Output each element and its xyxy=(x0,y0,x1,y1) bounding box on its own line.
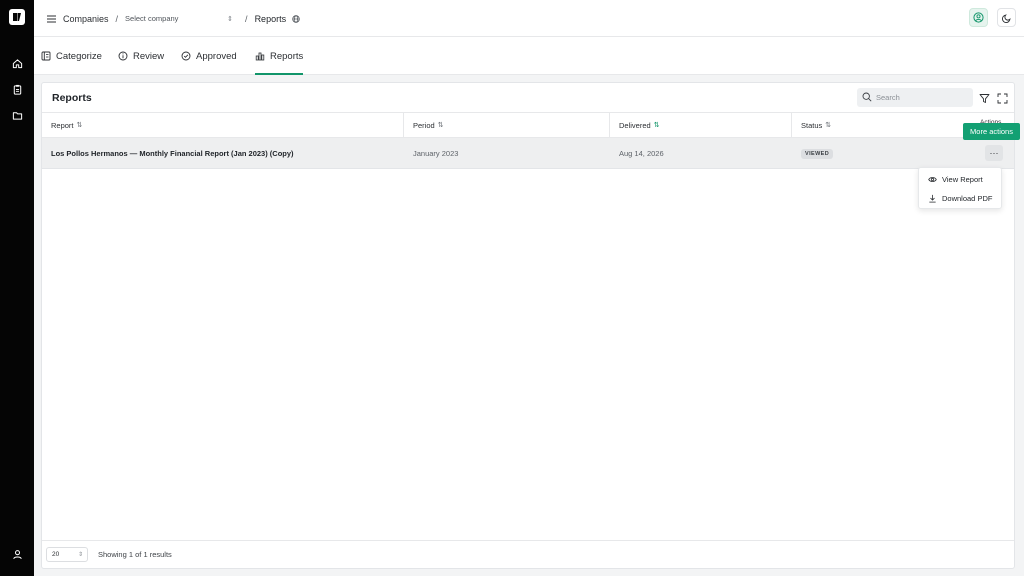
app-logo[interactable] xyxy=(9,9,25,25)
menu-item-download-pdf[interactable]: Download PDF xyxy=(919,189,1003,207)
left-rail xyxy=(0,0,34,576)
folder-icon[interactable] xyxy=(10,108,24,122)
home-icon[interactable] xyxy=(10,56,24,70)
fullscreen-icon[interactable] xyxy=(997,91,1008,109)
column-header-report[interactable]: Report ⇅ xyxy=(42,113,404,137)
chevron-updown-icon: ⇕ xyxy=(227,15,234,23)
categorize-icon xyxy=(41,51,51,61)
breadcrumb-companies[interactable]: Companies xyxy=(63,14,109,24)
bar-chart-icon xyxy=(255,51,265,61)
results-count: Showing 1 of 1 results xyxy=(98,550,172,559)
report-name-cell[interactable]: Los Pollos Hermanos — Monthly Financial … xyxy=(51,138,294,169)
menu-item-label: View Report xyxy=(942,174,983,184)
column-header-delivered[interactable]: Delivered ⇅ xyxy=(610,113,792,137)
tab-review[interactable]: Review xyxy=(118,37,164,75)
company-select[interactable]: Select company ⇕ xyxy=(125,14,233,23)
search-input[interactable] xyxy=(876,93,966,102)
user-circle-icon xyxy=(973,12,984,23)
reports-card: Reports Report⇅ Period⇅ Delivered⇅ Statu… xyxy=(41,82,1015,569)
tab-label: Approved xyxy=(196,50,237,62)
top-header: Companies / Select company ⇕ / Reports xyxy=(34,0,1024,37)
breadcrumb: Companies / Select company ⇕ / Reports xyxy=(47,0,300,37)
page-size-select[interactable]: 20 ⇕ xyxy=(46,547,88,562)
sort-active-icon: ⇅ xyxy=(653,122,660,129)
hamburger-menu-icon[interactable] xyxy=(47,15,56,23)
menu-item-view-report[interactable]: View Report xyxy=(919,170,1003,188)
user-icon[interactable] xyxy=(10,547,24,561)
info-icon xyxy=(118,51,128,61)
tab-approved[interactable]: Approved xyxy=(181,37,237,75)
profile-button[interactable] xyxy=(969,8,988,27)
table-row[interactable]: Los Pollos Hermanos — Monthly Financial … xyxy=(42,138,1014,169)
search-icon xyxy=(862,89,872,107)
breadcrumb-current: Reports xyxy=(254,13,287,24)
column-header-period[interactable]: Period ⇅ xyxy=(404,113,610,137)
table-header: Report ⇅ Period ⇅ Delivered ⇅ Status ⇅ xyxy=(42,112,1014,138)
search-box[interactable] xyxy=(857,88,973,107)
sort-icon: ⇅ xyxy=(76,122,83,129)
download-icon xyxy=(928,194,937,203)
status-cell: VIEWED xyxy=(801,138,834,169)
chevron-updown-icon: ⇕ xyxy=(77,552,83,558)
more-actions-tooltip: More actions xyxy=(963,123,1020,140)
delivered-cell: Aug 14, 2026 xyxy=(619,149,664,158)
globe-icon[interactable] xyxy=(292,14,300,23)
tab-categorize[interactable]: Categorize xyxy=(41,37,102,75)
breadcrumb-separator: / xyxy=(115,13,119,24)
status-badge: VIEWED xyxy=(801,148,834,159)
card-title: Reports xyxy=(52,92,92,104)
tab-reports[interactable]: Reports xyxy=(255,37,304,75)
moon-icon xyxy=(1001,13,1011,23)
tab-label: Review xyxy=(133,50,165,62)
theme-toggle-button[interactable] xyxy=(997,8,1016,27)
tab-label: Reports xyxy=(270,50,304,62)
breadcrumb-separator: / xyxy=(245,13,248,24)
actions-dropdown-menu: View Report Download PDF xyxy=(918,167,1002,209)
table-footer: 20 ⇕ Showing 1 of 1 results xyxy=(42,540,1014,569)
tab-bar: Categorize Review Approved Reports xyxy=(34,37,1024,75)
header-actions xyxy=(969,8,1016,27)
clipboard-icon[interactable] xyxy=(10,82,24,96)
sort-icon: ⇅ xyxy=(825,122,832,129)
sort-icon: ⇅ xyxy=(437,122,444,129)
check-circle-icon xyxy=(181,51,191,61)
company-select-placeholder: Select company xyxy=(125,14,179,23)
filter-icon[interactable] xyxy=(979,91,990,109)
more-actions-button[interactable]: ··· xyxy=(985,145,1003,161)
page-size-value: 20 xyxy=(52,551,60,558)
eye-icon xyxy=(928,175,937,184)
period-cell: January 2023 xyxy=(413,149,459,158)
menu-item-label: Download PDF xyxy=(942,193,993,203)
tab-label: Categorize xyxy=(56,50,102,62)
